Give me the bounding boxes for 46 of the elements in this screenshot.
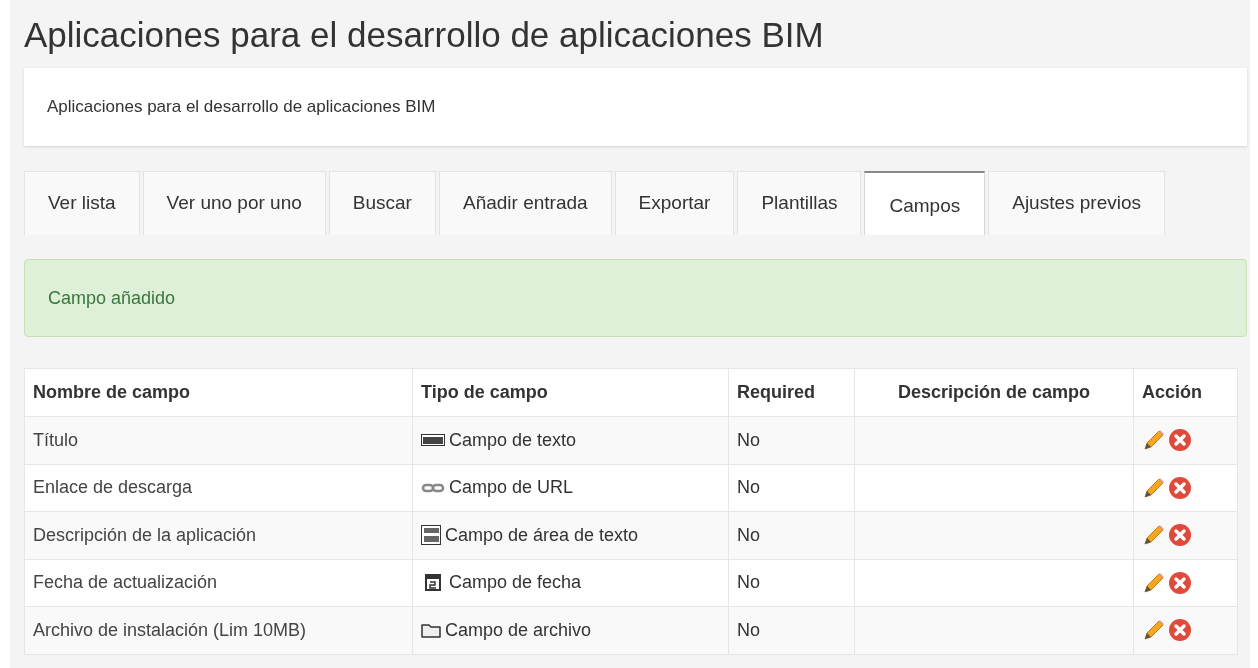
- table-cell-text: Campo de fecha: [449, 571, 582, 595]
- column-header: Required: [728, 368, 855, 417]
- tab[interactable]: Ver uno por uno: [142, 171, 326, 235]
- table-cell: Descripción de la aplicación: [24, 511, 413, 559]
- table-cell: No: [728, 511, 855, 559]
- table-cell-text: Campo de texto: [449, 428, 577, 452]
- tab[interactable]: Ver lista: [24, 171, 140, 235]
- tab[interactable]: Ajustes previos: [988, 171, 1166, 235]
- delete-icon[interactable]: [1168, 523, 1192, 548]
- delete-icon[interactable]: [1168, 570, 1192, 595]
- description-text: Aplicaciones para el desarrollo de aplicaciones BIM: [47, 96, 436, 119]
- column-header: Descripción de campo: [854, 368, 1134, 417]
- table-cell: Enlace de descarga: [24, 464, 413, 512]
- text-area-icon: [421, 525, 441, 546]
- table-cell: No: [728, 606, 855, 654]
- tab[interactable]: Añadir entrada: [438, 171, 612, 235]
- table-cell-text: Campo de área de texto: [445, 523, 639, 547]
- delete-icon[interactable]: [1168, 475, 1192, 500]
- column-header: Tipo de campo: [412, 368, 729, 417]
- edit-icon[interactable]: [1142, 475, 1166, 500]
- text-field-icon: [421, 434, 445, 447]
- delete-icon[interactable]: [1168, 618, 1192, 643]
- success-alert: Campo añadido: [24, 259, 1247, 337]
- column-header: Acción: [1133, 368, 1238, 417]
- table-cell: No: [728, 416, 855, 464]
- edit-icon[interactable]: [1142, 618, 1166, 643]
- table-cell: Fecha de actualización: [24, 559, 413, 607]
- tab[interactable]: Exportar: [614, 171, 735, 235]
- edit-icon[interactable]: [1142, 570, 1166, 595]
- table-cell: Título: [24, 416, 413, 464]
- table-cell: No: [728, 559, 855, 607]
- chain-link-icon: [421, 481, 445, 494]
- tab[interactable]: Plantillas: [737, 171, 862, 235]
- table-cell-text: Campo de URL: [449, 476, 574, 500]
- delete-icon[interactable]: [1168, 428, 1192, 453]
- tab[interactable]: Buscar: [328, 171, 436, 235]
- column-header: Nombre de campo: [24, 368, 413, 417]
- table-cell-text: Campo de archivo: [445, 618, 592, 642]
- table-cell: Archivo de instalación (Lim 10MB): [24, 606, 413, 654]
- table-cell: No: [728, 464, 855, 512]
- page-title: Aplicaciones para el desarrollo de aplicaciones BIM: [24, 14, 825, 56]
- tab[interactable]: Campos: [864, 171, 986, 235]
- edit-icon[interactable]: [1142, 428, 1166, 453]
- edit-icon[interactable]: [1142, 523, 1166, 548]
- calendar-icon: [425, 574, 441, 592]
- folder-icon: [421, 622, 441, 639]
